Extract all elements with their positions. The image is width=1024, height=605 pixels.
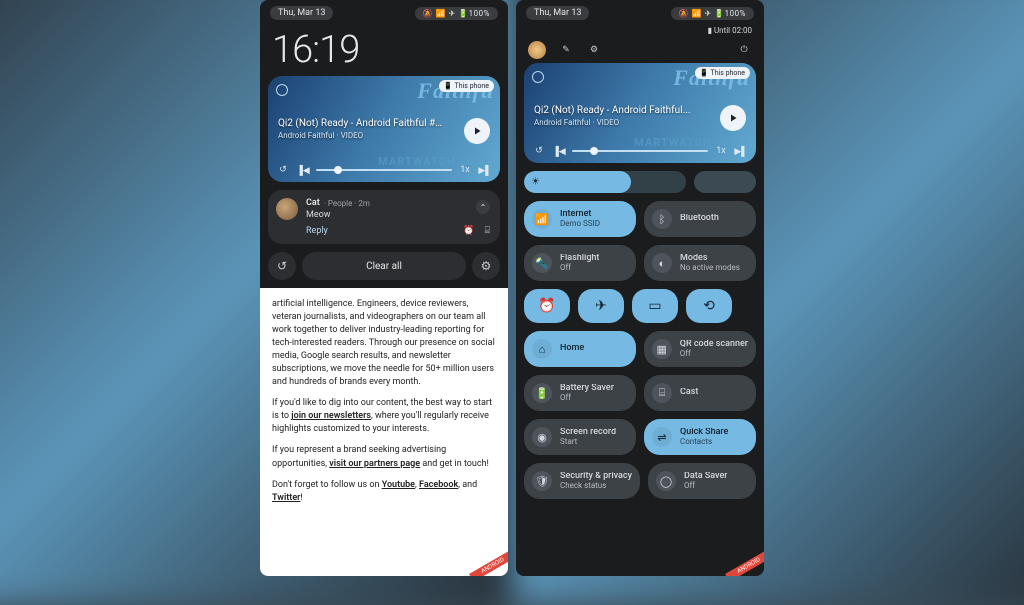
screen-record-tile[interactable]: ◉Screen recordStart [524, 419, 636, 455]
watermark-tag: ANDROID [726, 549, 764, 576]
brightness-icon: ☀ [531, 177, 540, 188]
newsletters-link[interactable]: join our newsletters [291, 411, 371, 421]
alarm-icon: ⏰ [538, 298, 555, 314]
avatar [276, 198, 298, 220]
media-controls: ↺ ▐◀ 1x ▶▌ [532, 144, 748, 158]
cast-icon: ⌸ [652, 383, 672, 403]
modes-icon: ◐ [652, 253, 672, 273]
power-icon[interactable]: ⏻ [736, 42, 752, 58]
output-device-badge[interactable]: 📱 This phone [695, 67, 750, 79]
media-subtitle: Android Faithful · VIDEO [278, 131, 363, 140]
notification-app: Cat [306, 198, 320, 208]
security-tile[interactable]: 🛡Security & privacyCheck status [524, 463, 640, 499]
rewind-10-icon[interactable]: ↺ [276, 163, 290, 177]
alarm-until: ▮ Until 02:00 [516, 26, 764, 35]
flashlight-icon: 🔦 [532, 253, 552, 273]
article-p1: artificial intelligence. Engineers, devi… [272, 298, 496, 389]
status-icons: 🔕 📶 ✈ 🔋100% [415, 7, 498, 20]
media-title: Qi2 (Not) Ready - Android Faithful #82 [278, 118, 443, 129]
status-icons: 🔕 📶 ✈ 🔋100% [671, 7, 754, 20]
extra-dim-toggle[interactable] [694, 171, 756, 193]
next-track-icon[interactable]: ▶▌ [734, 144, 748, 158]
status-date: Thu, Mar 13 [270, 6, 333, 20]
media-card[interactable]: Faithfu 📱 This phone Qi2 (Not) Ready - A… [524, 63, 756, 163]
media-card[interactable]: Faithfu 📱 This phone Qi2 (Not) Ready - A… [268, 76, 500, 182]
settings-button[interactable]: ⚙ [472, 252, 500, 280]
lock-screen-phone: Thu, Mar 13 🔕 📶 ✈ 🔋100% 16:19 Faithfu 📱 … [260, 0, 508, 576]
youtube-link[interactable]: Youtube [382, 480, 415, 490]
battery-icon: 🔋 [532, 383, 552, 403]
article-p4: Don't forget to follow us on Youtube, Fa… [272, 479, 496, 505]
rotate-icon: ⟲ [703, 298, 715, 314]
status-bar: Thu, Mar 13 🔕 📶 ✈ 🔋100% [260, 0, 508, 26]
cast-tile[interactable]: ⌸Cast [644, 375, 756, 411]
article-p3: If you represent a brand seeking adverti… [272, 444, 496, 470]
play-button[interactable] [464, 118, 490, 144]
airplane-icon: ✈ [595, 298, 607, 314]
rotate-tile[interactable]: ⟲ [686, 289, 732, 323]
prev-track-icon[interactable]: ▐◀ [296, 163, 310, 177]
wifi-icon: 📶 [532, 209, 552, 229]
media-scrubber[interactable] [572, 150, 708, 152]
home-tile[interactable]: ⌂Home [524, 331, 636, 367]
shield-icon: 🛡 [532, 471, 552, 491]
data-saver-icon: ◯ [656, 471, 676, 491]
airplane-tile[interactable]: ✈ [578, 289, 624, 323]
bluetooth-tile[interactable]: ᛒBluetooth [644, 201, 756, 237]
rewind-10-icon[interactable]: ↺ [532, 144, 546, 158]
notification-meta: · People · 2m [324, 199, 370, 208]
output-device-badge[interactable]: 📱 This phone [439, 80, 494, 92]
status-date: Thu, Mar 13 [526, 6, 589, 20]
speed-icon[interactable]: 1x [458, 163, 472, 177]
clear-all-button[interactable]: Clear all [302, 252, 466, 280]
bluetooth-icon: ᛒ [652, 209, 672, 229]
media-source-icon [532, 71, 544, 83]
user-avatar[interactable] [528, 41, 546, 59]
play-button[interactable] [720, 105, 746, 131]
speed-icon[interactable]: 1x [714, 144, 728, 158]
history-button[interactable]: ↺ [268, 252, 296, 280]
expand-icon[interactable]: ⌃ [476, 200, 490, 214]
quick-settings-phone: Thu, Mar 13 🔕 📶 ✈ 🔋100% ▮ Until 02:00 ✎ … [516, 0, 764, 576]
notification-card[interactable]: Cat · People · 2m Meow ⌃ Reply ⏰ ⌸ [268, 190, 500, 244]
status-bar: Thu, Mar 13 🔕 📶 ✈ 🔋100% [516, 0, 764, 26]
next-track-icon[interactable]: ▶▌ [478, 163, 492, 177]
media-source-icon [276, 84, 288, 96]
article-content: artificial intelligence. Engineers, devi… [260, 288, 508, 576]
media-subtitle: Android Faithful · VIDEO [534, 118, 619, 127]
media-title: Qi2 (Not) Ready - Android Faithful... [534, 105, 690, 116]
partners-link[interactable]: visit our partners page [329, 459, 420, 469]
notification-header: Cat · People · 2m [306, 198, 490, 208]
article-p2: If you'd like to dig into our content, t… [272, 397, 496, 436]
cast-icon[interactable]: ⌸ [485, 226, 490, 236]
wallet-tile[interactable]: ▭ [632, 289, 678, 323]
modes-tile[interactable]: ◐ModesNo active modes [644, 245, 756, 281]
prev-track-icon[interactable]: ▐◀ [552, 144, 566, 158]
media-controls: ↺ ▐◀ 1x ▶▌ [276, 163, 492, 177]
wallet-icon: ▭ [648, 298, 661, 314]
data-saver-tile[interactable]: ◯Data SaverOff [648, 463, 756, 499]
facebook-link[interactable]: Facebook [419, 480, 458, 490]
battery-saver-tile[interactable]: 🔋Battery SaverOff [524, 375, 636, 411]
share-icon: ⇌ [652, 427, 672, 447]
media-scrubber[interactable] [316, 169, 452, 171]
alarm-icon[interactable]: ⏰ [463, 226, 474, 236]
brightness-slider[interactable]: ☀ [524, 171, 686, 193]
record-icon: ◉ [532, 427, 552, 447]
internet-tile[interactable]: 📶InternetDemo SSID [524, 201, 636, 237]
reply-button[interactable]: Reply [306, 226, 328, 236]
gear-icon[interactable]: ⚙ [586, 42, 602, 58]
alarm-tile[interactable]: ⏰ [524, 289, 570, 323]
home-icon: ⌂ [532, 339, 552, 359]
flashlight-tile[interactable]: 🔦FlashlightOff [524, 245, 636, 281]
notification-body: Meow [306, 210, 490, 220]
edit-icon[interactable]: ✎ [558, 42, 574, 58]
lock-clock: 16:19 [260, 26, 508, 76]
twitter-link[interactable]: Twitter [272, 493, 300, 503]
qr-tile[interactable]: ▦QR code scannerOff [644, 331, 756, 367]
quick-share-tile[interactable]: ⇌Quick ShareContacts [644, 419, 756, 455]
qr-icon: ▦ [652, 339, 672, 359]
brightness-row: ☀ [524, 171, 756, 193]
